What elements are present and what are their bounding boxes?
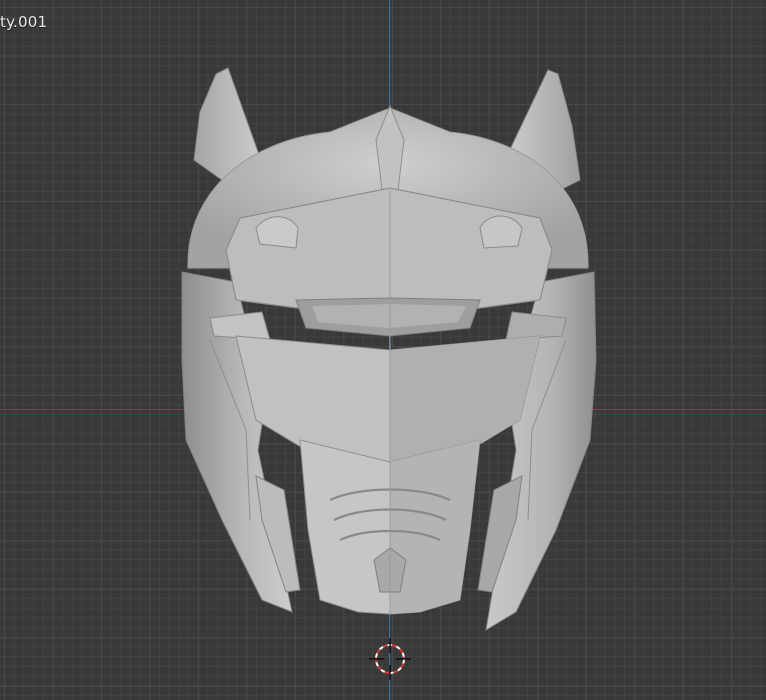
right-brow-horn (479, 215, 523, 249)
3d-viewport[interactable]: ty.001 (0, 0, 766, 700)
muzzle-shade-right (390, 440, 480, 614)
helmet-mesh[interactable] (0, 0, 766, 700)
left-brow-horn (255, 216, 299, 249)
3d-cursor-icon[interactable] (369, 638, 411, 680)
